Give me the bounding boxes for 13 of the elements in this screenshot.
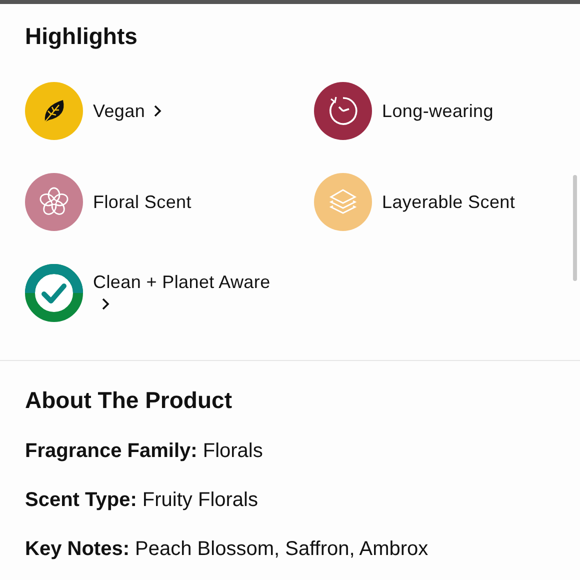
product-detail: Fragrance Family: Florals [25,439,264,464]
product-detail: Key Notes: Peach Blossom, Saffron, Ambrox [25,537,430,562]
chevron-icon[interactable] [153,104,162,118]
product-detail: Scent Type: Fruity Florals [25,488,259,513]
scrollbar[interactable] [573,175,577,281]
highlight-label[interactable]: Clean + Planet Aware [93,271,283,315]
chevron-icon[interactable] [101,297,110,311]
section-title: About The Product [25,386,233,415]
highlight-label: Layerable Scent [382,191,516,213]
highlight-label: Long-wearing [382,100,494,122]
section-title: Highlights [25,22,138,51]
highlight-label: Floral Scent [93,191,192,213]
highlight-label[interactable]: Vegan [93,100,162,122]
